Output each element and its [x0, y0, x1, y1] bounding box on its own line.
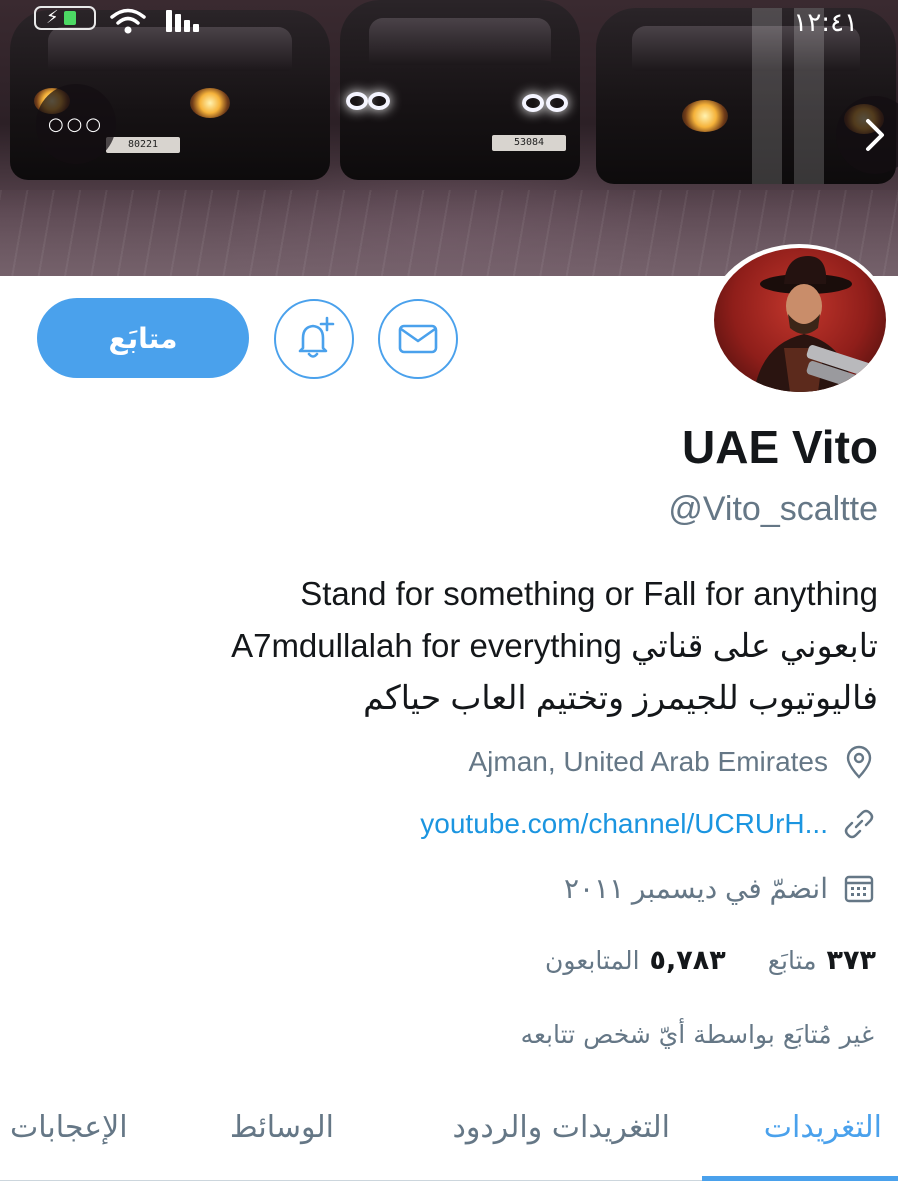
not-followed-notice: غير مُتابَع بواسطة أيّ شخص تتابعه — [520, 1020, 874, 1049]
tab-tweets-and-replies[interactable]: التغريدات والردود — [453, 1110, 671, 1145]
calendar-icon — [842, 871, 876, 905]
car-left-headlight — [190, 88, 230, 118]
location-text: Ajman, United Arab Emirates — [468, 746, 829, 777]
more-options-button[interactable]: ○○○ — [36, 84, 116, 164]
car-right-headlight — [682, 100, 728, 132]
tab-likes[interactable]: الإعجابات — [10, 1110, 128, 1145]
bell-plus-icon — [298, 316, 335, 358]
plate-left: 80221 — [106, 136, 180, 153]
message-button[interactable] — [378, 299, 458, 379]
envelope-icon — [398, 324, 438, 354]
status-bar: ⚡ ١٢:٤١ — [0, 0, 898, 44]
link-icon — [842, 807, 876, 841]
user-handle: @Vito_scaltte — [668, 490, 878, 528]
bio-line-3: فاليوتيوب للجيمرز وتختيم العاب حياكم — [363, 679, 878, 716]
tab-media[interactable]: الوسائط — [230, 1110, 334, 1145]
notifications-button[interactable] — [274, 299, 354, 379]
avatar-image — [714, 248, 886, 392]
signal-icon — [166, 10, 202, 32]
website-row[interactable]: youtube.com/channel/UCRUrH... — [420, 804, 876, 844]
car-center-headlight-left — [346, 92, 368, 110]
follow-stats: ٣٧٣ متابَع ٥,٧٨٣ المتابعون — [545, 938, 876, 982]
plate-center: 53084 — [492, 135, 566, 152]
location-row: Ajman, United Arab Emirates — [469, 742, 877, 782]
car-center-headlight-right-2 — [546, 94, 568, 112]
joined-text: انضمّ في ديسمبر ٢٠١١ — [563, 872, 828, 904]
following-button[interactable]: متابَع — [37, 298, 249, 378]
followers-count[interactable]: ٥,٧٨٣ — [650, 945, 726, 976]
bio: Stand for something or Fall for anything… — [158, 568, 878, 724]
status-time: ١٢:٤١ — [793, 8, 858, 38]
wifi-icon — [110, 8, 146, 34]
battery-icon: ⚡ — [34, 6, 96, 30]
car-center-headlight-left-2 — [368, 92, 390, 110]
profile-tabs: التغريدات التغريدات والردود الوسائط الإع… — [0, 1100, 898, 1200]
joined-row: انضمّ في ديسمبر ٢٠١١ — [564, 868, 876, 908]
avatar[interactable] — [708, 244, 890, 396]
bio-line-2: A7mdullalah for everything تابعوني على ق… — [231, 627, 878, 664]
following-label[interactable]: متابَع — [768, 946, 817, 975]
car-center-headlight-right — [522, 94, 544, 112]
followers-label[interactable]: المتابعون — [545, 946, 639, 975]
website-link[interactable]: youtube.com/channel/UCRUrH... — [420, 808, 828, 840]
more-horizontal-icon: ○○○ — [47, 113, 105, 135]
display-name: UAE Vito — [682, 421, 878, 473]
following-count[interactable]: ٣٧٣ — [827, 945, 876, 976]
bio-line-1: Stand for something or Fall for anything — [300, 575, 878, 612]
active-tab-indicator — [702, 1176, 898, 1181]
location-pin-icon — [842, 745, 876, 779]
chevron-right-icon — [866, 119, 884, 151]
tab-tweets[interactable]: التغريدات — [764, 1110, 882, 1145]
